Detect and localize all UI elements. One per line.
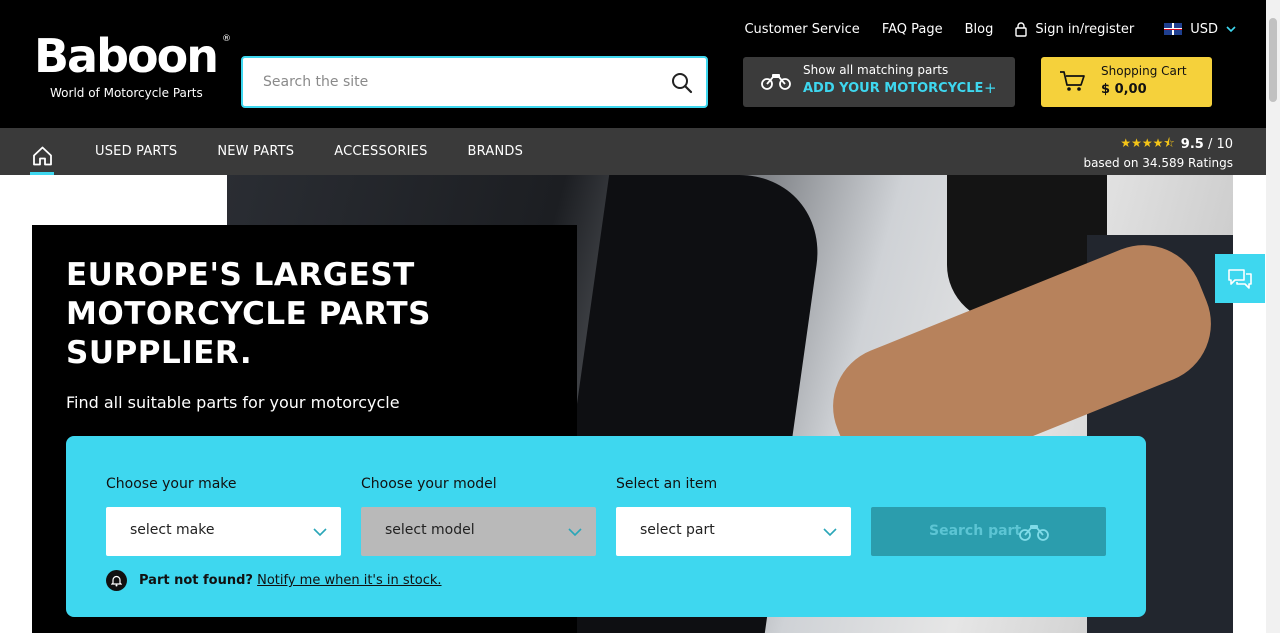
lock-icon xyxy=(1015,21,1028,37)
chat-button[interactable] xyxy=(1215,254,1265,303)
currency-selector[interactable]: USD xyxy=(1164,22,1236,37)
model-select[interactable]: select model xyxy=(361,507,596,556)
faq-link[interactable]: FAQ Page xyxy=(882,22,943,37)
header: Baboon ® World of Motorcycle Parts Custo… xyxy=(0,0,1280,128)
rating-stars-icon: ★★★★⯪ xyxy=(1120,136,1175,150)
nav-item-brands[interactable]: BRANDS xyxy=(468,144,524,159)
top-links: Customer Service FAQ Page Blog Sign in/r… xyxy=(744,18,1236,40)
chevron-down-icon xyxy=(313,528,327,537)
uk-flag-icon xyxy=(1164,23,1183,35)
currency-label: USD xyxy=(1190,21,1218,37)
logo-registered-mark: ® xyxy=(222,34,231,44)
nav-items: USED PARTS NEW PARTS ACCESSORIES BRANDS xyxy=(95,128,523,175)
logo-wordmark: Baboon xyxy=(34,29,219,83)
home-icon[interactable] xyxy=(30,138,55,175)
page-scrollbar[interactable] xyxy=(1266,0,1280,633)
search-icon[interactable] xyxy=(670,71,694,95)
blog-link[interactable]: Blog xyxy=(965,22,994,37)
add-motorcycle-button[interactable]: Show all matching parts ADD YOUR MOTORCY… xyxy=(743,57,1015,107)
make-select[interactable]: select make xyxy=(106,507,341,556)
search-box xyxy=(241,56,708,108)
notify-label: Part not found? xyxy=(139,573,253,588)
logo-tagline: World of Motorcycle Parts xyxy=(50,86,203,100)
hero-subtitle: Find all suitable parts for your motorcy… xyxy=(66,393,400,412)
item-select[interactable]: select part xyxy=(616,507,851,556)
scrollbar-thumb[interactable] xyxy=(1269,18,1277,102)
cart-icon xyxy=(1060,71,1085,91)
chevron-down-icon xyxy=(1226,25,1236,32)
bell-icon xyxy=(106,570,127,591)
motorcycle-icon xyxy=(761,74,791,90)
model-label: Choose your model xyxy=(361,476,497,492)
signin-label: Sign in/register xyxy=(1035,21,1135,37)
chevron-down-icon xyxy=(823,528,837,537)
chevron-down-icon xyxy=(568,528,582,537)
chat-icon xyxy=(1228,268,1252,289)
shopping-cart-button[interactable]: Shopping Cart $ 0,00 xyxy=(1041,57,1212,107)
main-nav: USED PARTS NEW PARTS ACCESSORIES BRANDS … xyxy=(0,128,1266,175)
page: Baboon ® World of Motorcycle Parts Custo… xyxy=(0,0,1280,633)
plus-icon: + xyxy=(984,79,997,97)
search-part-label: Search part xyxy=(929,523,1022,539)
nav-item-accessories[interactable]: ACCESSORIES xyxy=(334,144,427,159)
make-select-value: select make xyxy=(130,522,215,538)
search-part-button[interactable]: Search part xyxy=(871,507,1106,556)
rating-score: 9.5 xyxy=(1180,137,1204,152)
logo[interactable]: Baboon ® World of Motorcycle Parts xyxy=(34,30,234,102)
search-input[interactable] xyxy=(263,70,663,94)
item-label: Select an item xyxy=(616,476,718,492)
make-label: Choose your make xyxy=(106,476,237,492)
nav-item-new-parts[interactable]: NEW PARTS xyxy=(217,144,294,159)
rating-count: based on 34.589 Ratings xyxy=(1083,156,1233,170)
cart-label: Shopping Cart xyxy=(1101,64,1187,78)
signin-link[interactable]: Sign in/register xyxy=(1015,22,1134,37)
cart-total: $ 0,00 xyxy=(1101,82,1147,97)
home-active-indicator xyxy=(30,172,54,175)
rating-widget[interactable]: ★★★★⯪ 9.5 / 10 based on 34.589 Ratings xyxy=(1083,134,1233,170)
model-select-value: select model xyxy=(385,522,475,538)
hero-title: EUROPE'S LARGEST MOTORCYCLE PARTS SUPPLI… xyxy=(66,257,431,371)
part-finder: Choose your make Choose your model Selec… xyxy=(66,436,1146,617)
nav-item-used-parts[interactable]: USED PARTS xyxy=(95,144,177,159)
motorcycle-button-label: ADD YOUR MOTORCYCLE xyxy=(803,81,984,96)
rating-out-of: / 10 xyxy=(1203,137,1233,152)
item-select-value: select part xyxy=(640,522,715,538)
notify-row: Part not found? Notify me when it's in s… xyxy=(106,570,442,591)
customer-service-link[interactable]: Customer Service xyxy=(744,22,859,37)
notify-link[interactable]: Notify me when it's in stock. xyxy=(257,573,441,588)
motorcycle-icon xyxy=(1019,525,1049,541)
motorcycle-button-caption: Show all matching parts xyxy=(803,63,949,77)
